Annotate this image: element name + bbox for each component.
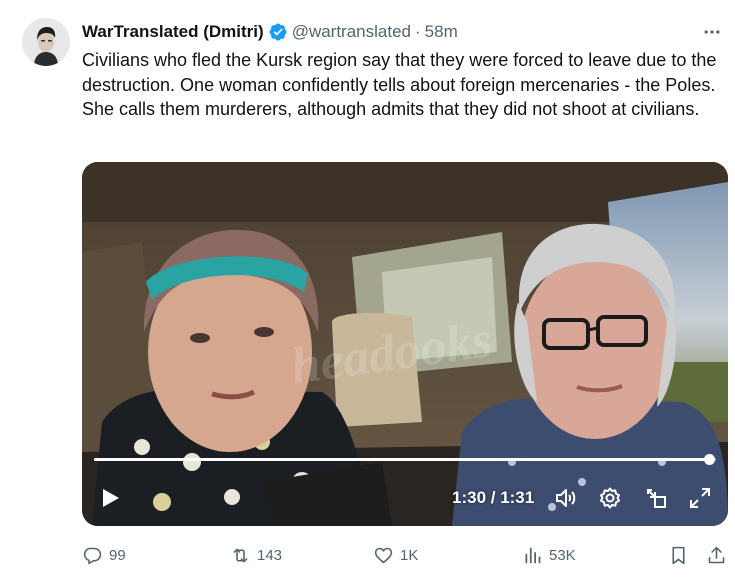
tweet: WarTranslated (Dmitri) @wartranslated · … xyxy=(0,0,735,582)
settings-icon[interactable] xyxy=(598,486,622,510)
reply-icon xyxy=(83,547,102,564)
handle[interactable]: @wartranslated xyxy=(292,22,411,42)
pip-icon[interactable] xyxy=(644,486,668,510)
tweet-text: Civilians who fled the Kursk region say … xyxy=(82,50,717,119)
view-count: 53K xyxy=(549,546,576,564)
views-button[interactable]: 53K xyxy=(522,540,576,570)
video-progress-bar[interactable] xyxy=(94,454,716,465)
avatar[interactable] xyxy=(22,18,70,66)
bookmark-button[interactable] xyxy=(668,540,695,570)
reply-count: 99 xyxy=(109,546,126,564)
video-player[interactable]: headooks 1:30 / 1:31 xyxy=(82,162,728,526)
analytics-icon xyxy=(525,547,541,563)
fullscreen-icon[interactable] xyxy=(688,486,712,510)
more-options-button[interactable] xyxy=(699,19,725,45)
timestamp[interactable]: 58m xyxy=(425,22,458,42)
like-button[interactable]: 1K xyxy=(373,540,418,570)
share-button[interactable] xyxy=(706,540,733,570)
video-progress-fill xyxy=(94,458,710,461)
verified-badge-icon[interactable] xyxy=(268,22,288,42)
heart-icon xyxy=(374,547,393,563)
repost-button[interactable]: 143 xyxy=(230,540,282,570)
separator-dot: · xyxy=(415,22,421,41)
bookmark-icon xyxy=(672,546,685,564)
tweet-actions: 99 143 1K 53K xyxy=(82,540,732,570)
video-time: 1:30 / 1:31 xyxy=(452,488,535,507)
repost-icon xyxy=(233,548,248,562)
tweet-header: WarTranslated (Dmitri) @wartranslated · … xyxy=(82,19,725,45)
more-icon xyxy=(704,30,720,34)
volume-icon[interactable] xyxy=(554,486,578,510)
reply-button[interactable]: 99 xyxy=(82,540,126,570)
like-count: 1K xyxy=(400,546,419,564)
video-frame: headooks xyxy=(82,162,728,526)
repost-count: 143 xyxy=(257,546,283,564)
avatar-portrait-icon xyxy=(22,18,70,66)
display-name[interactable]: WarTranslated (Dmitri) xyxy=(82,22,264,42)
share-icon xyxy=(708,546,725,563)
play-icon[interactable] xyxy=(98,486,122,510)
